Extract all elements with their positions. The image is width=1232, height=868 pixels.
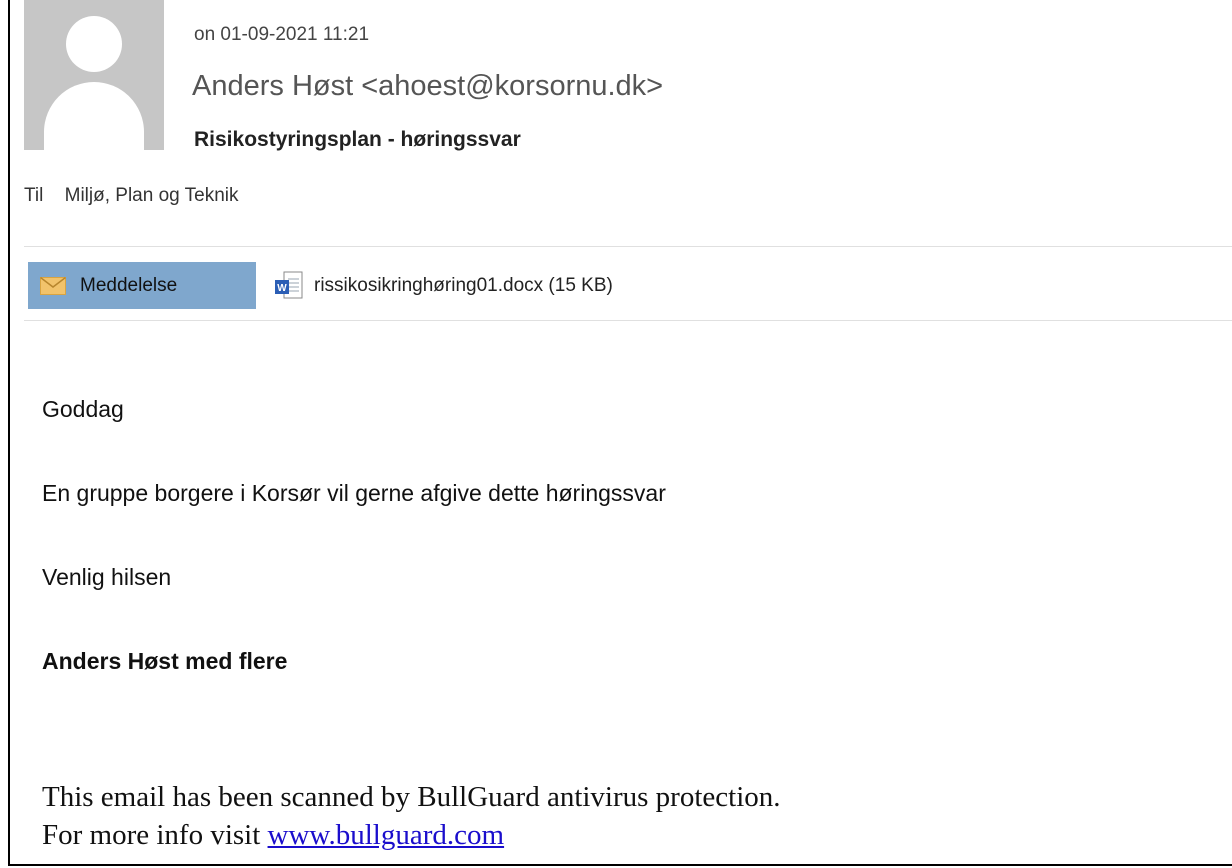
sender-avatar [24, 0, 164, 150]
antivirus-footer: This email has been scanned by BullGuard… [42, 778, 781, 854]
avatar-head [66, 16, 122, 72]
attachment-item[interactable]: W rissikosikringhøring01.docx (15 KB) [272, 262, 613, 309]
envelope-icon [40, 276, 66, 295]
email-reading-pane: on 01-09-2021 11:21 Anders Høst <ahoest@… [8, 0, 1232, 866]
body-closing: Venlig hilsen [42, 564, 172, 590]
email-subject: Risikostyringsplan - høringssvar [194, 128, 521, 151]
avatar-body [44, 82, 144, 150]
body-line-1: En gruppe borgere i Korsør vil gerne afg… [42, 480, 666, 506]
message-tab[interactable]: Meddelelse [28, 262, 256, 309]
sent-date: on 01-09-2021 11:21 [194, 24, 370, 45]
body-greeting: Goddag [42, 396, 124, 422]
footer-line-1: This email has been scanned by BullGuard… [42, 781, 781, 813]
to-label: Til [24, 185, 44, 206]
attachments-divider [24, 320, 1232, 321]
recipient-row: Til Miljø, Plan og Teknik [24, 185, 239, 207]
attachment-filename: rissikosikringhøring01.docx (15 KB) [314, 274, 613, 296]
footer-prefix: For more info visit [42, 819, 268, 851]
bullguard-link[interactable]: www.bullguard.com [268, 819, 505, 851]
message-tab-label: Meddelelse [80, 274, 178, 296]
word-document-icon: W [275, 271, 303, 298]
recipient-name[interactable]: Miljø, Plan og Teknik [65, 185, 239, 206]
body-signature: Anders Høst med flere [42, 648, 288, 674]
header-divider [24, 246, 1232, 247]
footer-line-2: For more info visit www.bullguard.com [42, 816, 781, 854]
svg-text:W: W [277, 283, 287, 294]
sender-name[interactable]: Anders Høst <ahoest@korsornu.dk> [192, 70, 663, 103]
